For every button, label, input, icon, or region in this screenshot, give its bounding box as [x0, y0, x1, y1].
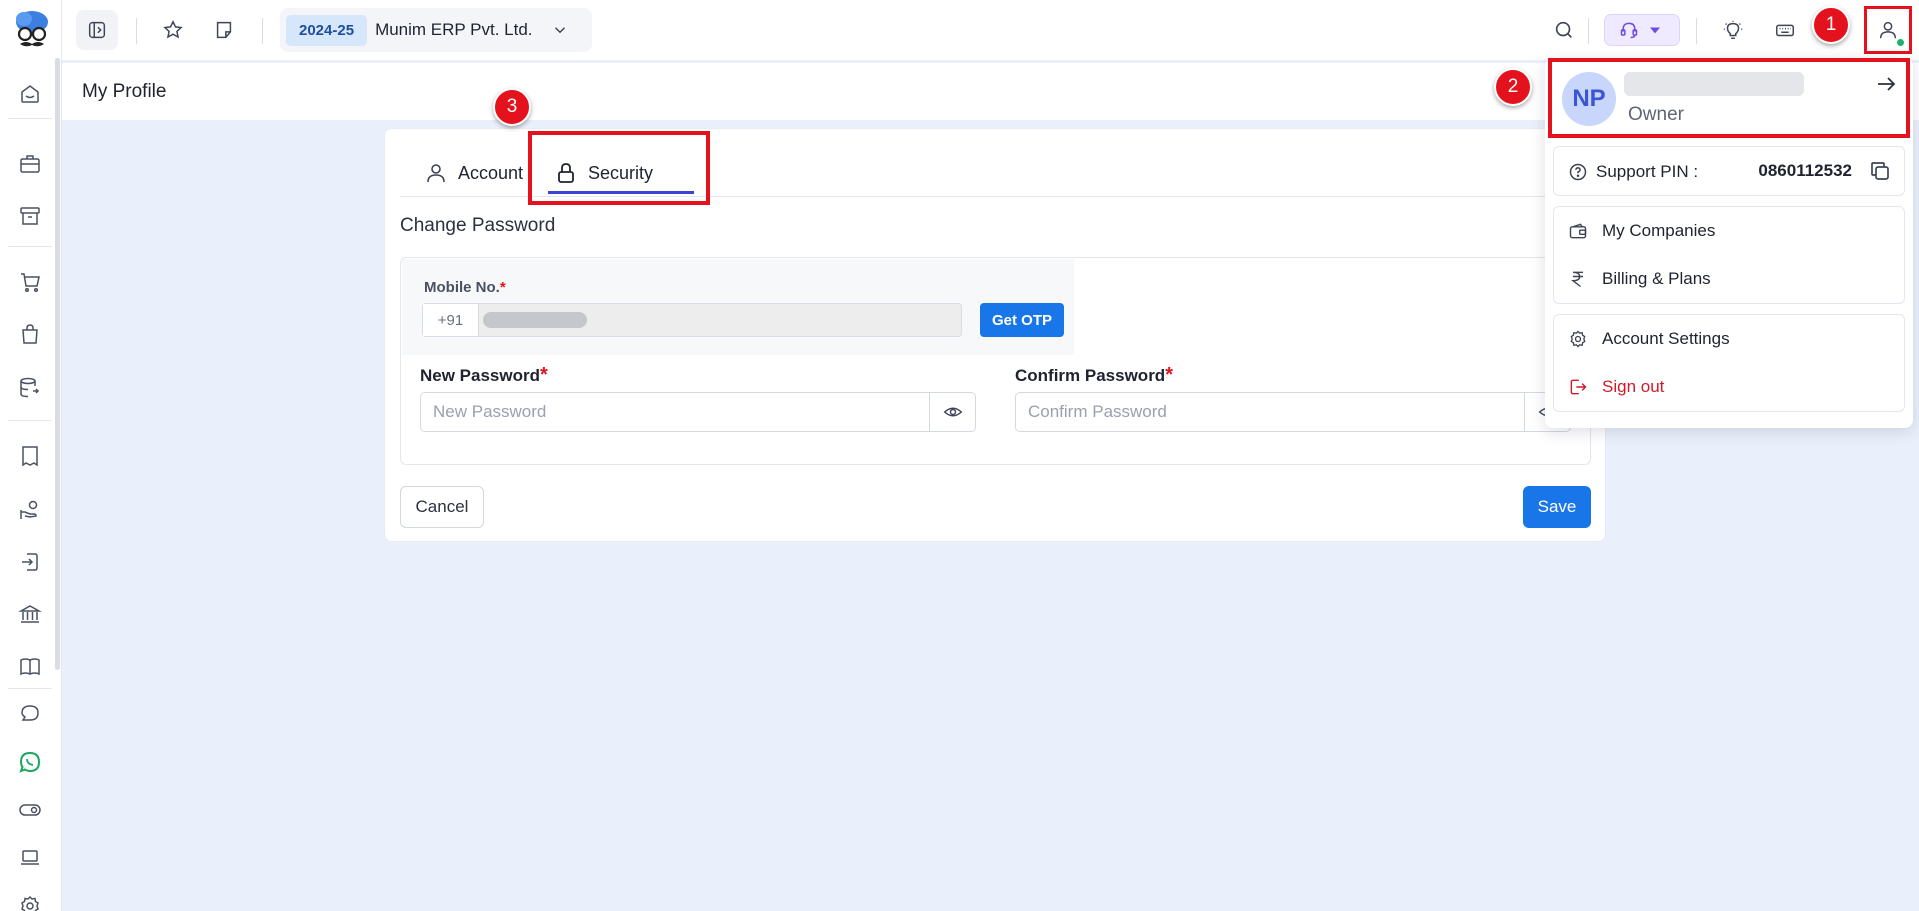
keyboard-icon[interactable]	[1764, 10, 1806, 50]
callout-marker: 2	[1494, 68, 1532, 106]
laptop-icon[interactable]	[14, 842, 46, 874]
search-icon[interactable]	[1543, 10, 1585, 50]
help-circle-icon	[1569, 163, 1587, 181]
user-icon	[427, 164, 445, 183]
confirm-password-label: Confirm Password*	[1015, 364, 1173, 386]
archive-icon[interactable]	[14, 200, 46, 232]
user-role: Owner	[1628, 104, 1684, 125]
support-button[interactable]	[1604, 14, 1680, 46]
online-status-dot	[1896, 38, 1905, 47]
sidebar-divider	[8, 118, 52, 119]
mobile-field: +91	[422, 303, 962, 337]
masked-user-name	[1624, 72, 1804, 96]
company-selector[interactable]: 2024-25 Munim ERP Pvt. Ltd.	[280, 8, 592, 52]
arrow-right-icon[interactable]	[1874, 72, 1898, 96]
settings-icon[interactable]	[14, 890, 46, 911]
cancel-button[interactable]: Cancel	[400, 486, 484, 528]
cart-icon[interactable]	[14, 266, 46, 298]
receipt-icon[interactable]	[14, 440, 46, 472]
menu-item-sign-out[interactable]: Sign out	[1568, 377, 1664, 397]
companies-billing-group: My Companies Billing & Plans	[1553, 206, 1905, 304]
copy-icon[interactable]	[1868, 159, 1892, 183]
shopping-bag-icon[interactable]	[14, 318, 46, 350]
wallet-icon	[1569, 223, 1587, 239]
sidebar-toggle-icon[interactable]	[76, 10, 118, 50]
chat-icon[interactable]	[14, 698, 46, 730]
database-export-icon[interactable]	[14, 372, 46, 404]
profile-summary[interactable]: NP Owner	[1548, 58, 1910, 138]
whatsapp-icon[interactable]	[14, 746, 46, 778]
user-profile-button[interactable]	[1864, 6, 1912, 54]
logout-icon	[1570, 379, 1587, 395]
top-bar: 2024-25 Munim ERP Pvt. Ltd.	[62, 0, 1919, 60]
masked-mobile-number	[483, 312, 587, 328]
menu-item-account-settings[interactable]: Account Settings	[1568, 329, 1730, 349]
financial-year-badge[interactable]: 2024-25	[286, 14, 368, 46]
change-password-form: Mobile No.* +91 Get OTP New Password* Co…	[400, 257, 1591, 465]
new-password-label: New Password*	[420, 364, 548, 386]
support-pin-group: Support PIN : 0860112532	[1553, 146, 1905, 196]
user-icon	[1879, 21, 1897, 39]
profile-dropdown: NP Owner Support PIN : 0860112532 My Com…	[1545, 58, 1913, 428]
hand-coins-icon[interactable]	[14, 494, 46, 526]
new-password-input[interactable]	[421, 393, 929, 431]
tab-account-label: Account	[458, 162, 524, 183]
sidebar-divider	[8, 246, 52, 247]
rupee-icon	[1570, 271, 1583, 288]
support-pin-label: Support PIN :	[1568, 162, 1698, 182]
sidebar	[0, 0, 62, 911]
callout-marker: 1	[1812, 6, 1850, 44]
confirm-password-field	[1015, 392, 1571, 432]
note-icon[interactable]	[203, 10, 245, 50]
mobile-section: Mobile No.* +91 Get OTP	[402, 259, 1074, 355]
sidebar-divider	[8, 688, 52, 689]
avatar: NP	[1562, 72, 1616, 126]
lightbulb-icon[interactable]	[1712, 10, 1754, 50]
callout-marker: 3	[493, 88, 531, 126]
chevron-down-icon[interactable]	[551, 21, 569, 39]
tab-account[interactable]: Account	[424, 155, 523, 191]
get-otp-button[interactable]: Get OTP	[980, 303, 1064, 337]
settings-signout-group: Account Settings Sign out	[1553, 314, 1905, 412]
menu-item-billing-plans[interactable]: Billing & Plans	[1568, 269, 1711, 289]
headset-icon	[1620, 22, 1638, 39]
menu-item-my-companies[interactable]: My Companies	[1568, 221, 1715, 241]
new-password-field	[420, 392, 976, 432]
toolbar-divider	[262, 18, 263, 44]
country-code: +91	[423, 304, 479, 336]
star-icon[interactable]	[152, 10, 194, 50]
gear-icon	[1570, 330, 1586, 348]
dashboard-icon[interactable]	[14, 78, 46, 110]
toolbar-divider	[1588, 18, 1589, 44]
eye-icon[interactable]	[929, 393, 975, 431]
confirm-password-input[interactable]	[1016, 393, 1524, 431]
highlight-box-security	[528, 131, 710, 205]
sidebar-divider	[8, 420, 52, 421]
sidebar-scrollbar[interactable]	[55, 58, 60, 670]
save-button[interactable]: Save	[1523, 486, 1591, 528]
mobile-label: Mobile No.*	[424, 279, 506, 296]
support-pin-value: 0860112532	[1758, 161, 1852, 180]
section-title: Change Password	[400, 215, 556, 236]
page-title: My Profile	[82, 81, 167, 102]
briefcase-icon[interactable]	[14, 148, 46, 180]
caret-down-icon	[1650, 27, 1660, 34]
app-logo[interactable]	[12, 8, 52, 52]
toolbar-divider	[136, 18, 137, 44]
company-name: Munim ERP Pvt. Ltd.	[375, 20, 533, 39]
book-icon[interactable]	[14, 650, 46, 682]
toggle-icon[interactable]	[14, 794, 46, 826]
bank-icon[interactable]	[14, 598, 46, 630]
toolbar-divider	[1696, 18, 1697, 44]
import-icon[interactable]	[14, 546, 46, 578]
